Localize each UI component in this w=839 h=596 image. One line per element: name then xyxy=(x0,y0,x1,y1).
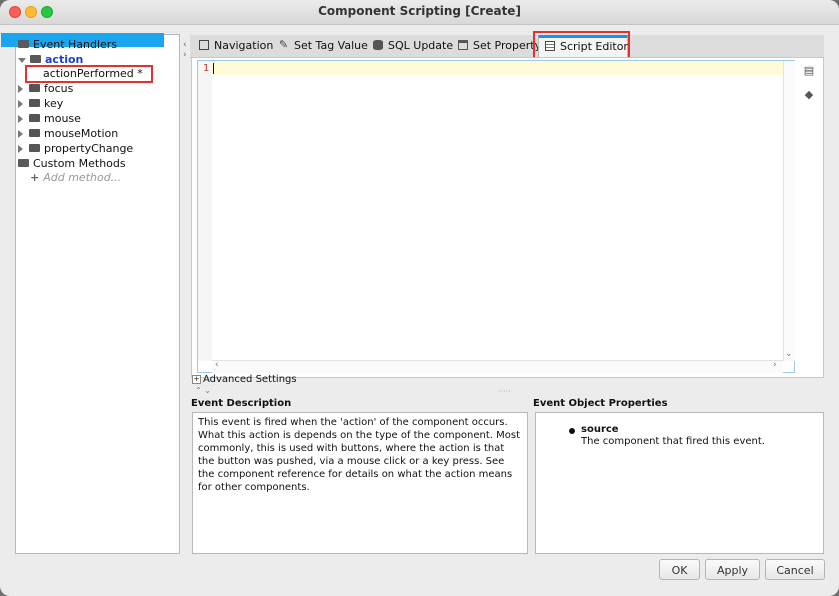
scroll-right-icon[interactable]: › xyxy=(773,360,777,370)
chevron-down-icon[interactable] xyxy=(18,57,26,63)
tag-icon[interactable]: ◆ xyxy=(800,86,818,104)
folder-icon xyxy=(29,114,40,122)
tree-item-focus[interactable]: focus xyxy=(18,82,73,96)
tab-label: Navigation xyxy=(214,39,274,52)
line-number: 1 xyxy=(203,63,210,74)
wrench-icon: ✎ xyxy=(279,38,289,51)
line-number-gutter xyxy=(198,61,212,361)
database-icon xyxy=(373,40,383,50)
tab-label: Set Property xyxy=(473,39,542,52)
event-object-properties-header: Event Object Properties xyxy=(533,398,668,409)
event-description-header: Event Description xyxy=(191,398,292,409)
tab-sql-update[interactable]: SQL Update xyxy=(367,35,459,57)
text-cursor xyxy=(213,63,214,74)
apply-button[interactable]: Apply xyxy=(705,559,760,580)
folder-icon xyxy=(29,84,40,92)
event-description-text: This event is fired when the 'action' of… xyxy=(192,412,528,554)
tab-set-tag-value[interactable]: ✎ Set Tag Value xyxy=(273,35,374,57)
tree-item-label: focus xyxy=(44,82,74,95)
chevron-right-icon[interactable] xyxy=(18,85,23,93)
horizontal-scrollbar[interactable] xyxy=(212,360,783,373)
folder-icon xyxy=(29,144,40,152)
highlight-box-action-performed xyxy=(25,65,153,83)
tab-label: SQL Update xyxy=(388,39,454,52)
current-line-highlight xyxy=(212,62,783,75)
property-description: The component that fired this event. xyxy=(581,436,765,447)
property-icon xyxy=(458,40,468,50)
tree-item-property-change[interactable]: propertyChange xyxy=(18,142,133,156)
splitter-grip-icon[interactable]: ····· xyxy=(498,387,511,396)
advanced-settings-toggle[interactable]: + Advanced Settings xyxy=(192,374,297,385)
tree-item-label: Custom Methods xyxy=(33,157,126,170)
property-name: source xyxy=(581,424,619,435)
chevron-right-icon[interactable] xyxy=(18,145,23,153)
dialog-window: Component Scripting [Create] Event Handl… xyxy=(0,0,839,596)
cancel-button[interactable]: Cancel xyxy=(765,559,825,580)
tree-item-label: propertyChange xyxy=(44,142,134,155)
list-view-icon[interactable]: ▤ xyxy=(800,62,818,80)
tree-item-custom-methods[interactable]: Custom Methods xyxy=(18,157,126,171)
scroll-left-icon[interactable]: ‹ xyxy=(215,360,219,370)
folder-icon xyxy=(29,129,40,137)
title-bar[interactable]: Component Scripting [Create] xyxy=(0,0,839,25)
advanced-settings-label: Advanced Settings xyxy=(203,374,297,385)
event-object-properties-box xyxy=(535,412,824,554)
tree-item-mouse-motion[interactable]: mouseMotion xyxy=(18,127,118,141)
window-title: Component Scripting [Create] xyxy=(318,4,521,18)
chevron-right-icon[interactable] xyxy=(18,100,23,108)
navigation-icon xyxy=(199,40,209,50)
plus-icon: + xyxy=(30,171,40,184)
tree-item-mouse[interactable]: mouse xyxy=(18,112,81,126)
add-method-label: Add method... xyxy=(43,171,122,184)
ok-button[interactable]: OK xyxy=(659,559,700,580)
add-method-item[interactable]: + Add method... xyxy=(30,171,121,185)
bullet-icon xyxy=(569,428,575,434)
chevron-right-icon[interactable] xyxy=(18,130,23,138)
splitter-arrows[interactable]: ‹ › xyxy=(183,40,189,70)
tree-item-event-handlers[interactable]: Event Handlers xyxy=(18,38,117,52)
folder-open-icon xyxy=(30,55,41,63)
scroll-down-icon[interactable]: ⌄ xyxy=(785,349,793,359)
tab-label: Set Tag Value xyxy=(294,39,368,52)
tree-item-key[interactable]: key xyxy=(18,97,63,111)
tree-item-label: Event Handlers xyxy=(33,38,118,51)
script-editor[interactable] xyxy=(197,60,795,373)
vertical-scrollbar[interactable] xyxy=(783,61,795,361)
folder-open-icon xyxy=(18,159,29,167)
folder-open-icon xyxy=(18,40,29,48)
expand-plus-icon: + xyxy=(192,374,201,384)
folder-icon xyxy=(29,99,40,107)
tree-item-label: mouse xyxy=(44,112,81,125)
chevron-right-icon[interactable] xyxy=(18,115,23,123)
tab-navigation[interactable]: Navigation xyxy=(193,35,279,57)
tree-item-label: mouseMotion xyxy=(44,127,119,140)
collapse-arrows-icon[interactable]: ⌃ ⌄ xyxy=(195,386,211,395)
tree-item-label: key xyxy=(44,97,64,110)
